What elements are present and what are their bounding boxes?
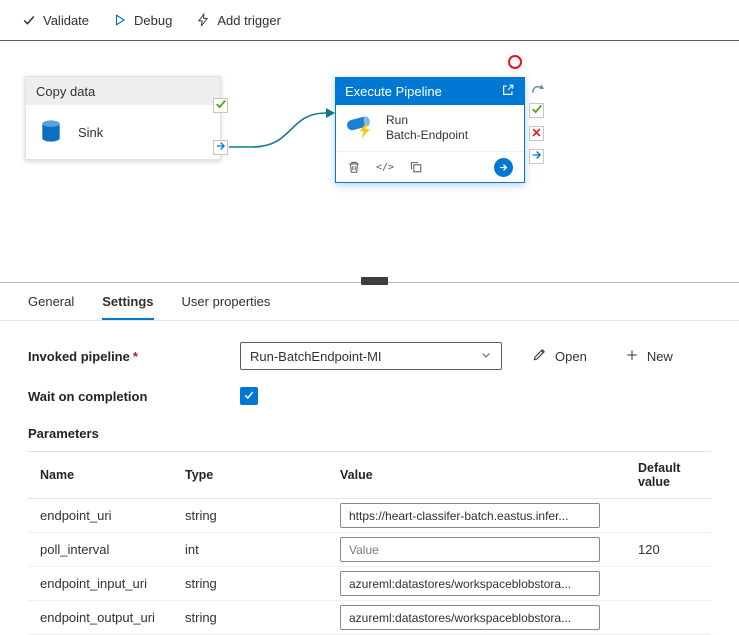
- validate-check-icon: [22, 13, 36, 27]
- pipeline-canvas[interactable]: Copy data Sink: [0, 40, 739, 283]
- param-value-input[interactable]: [340, 503, 600, 528]
- col-header-default: Default value: [626, 452, 711, 499]
- param-value-input[interactable]: [340, 537, 600, 562]
- param-default: [626, 499, 711, 533]
- debug-button[interactable]: Debug: [101, 7, 184, 34]
- failure-port[interactable]: [529, 126, 544, 141]
- activity-action-bar: </>: [336, 151, 524, 182]
- param-default: [626, 601, 711, 635]
- delete-activity-icon[interactable]: [347, 160, 361, 174]
- panel-resize-handle[interactable]: [361, 277, 388, 285]
- activity-name-line1: Run: [386, 113, 468, 128]
- validate-button[interactable]: Validate: [10, 7, 101, 34]
- execute-pipeline-header: Execute Pipeline: [336, 78, 524, 105]
- parameters-table: Name Type Value Default value endpoint_u…: [28, 451, 711, 635]
- param-name: poll_interval: [28, 533, 173, 567]
- add-trigger-label: Add trigger: [217, 13, 281, 28]
- skipped-port[interactable]: [529, 82, 545, 98]
- sink-label: Sink: [78, 125, 103, 140]
- param-name: endpoint_input_uri: [28, 567, 173, 601]
- col-header-value: Value: [328, 452, 626, 499]
- activity-name: Run Batch-Endpoint: [386, 113, 468, 143]
- completion-port[interactable]: [529, 149, 544, 164]
- clone-activity-icon[interactable]: [409, 160, 423, 174]
- required-asterisk: *: [133, 349, 138, 364]
- param-value-input[interactable]: [340, 605, 600, 630]
- wait-on-completion-row: Wait on completion: [28, 387, 739, 405]
- invoked-pipeline-value: Run-BatchEndpoint-MI: [250, 349, 382, 364]
- code-view-icon[interactable]: </>: [376, 162, 394, 173]
- copy-output-port[interactable]: [213, 140, 228, 155]
- copy-data-body: Sink: [26, 105, 220, 159]
- curved-arrow-icon: [530, 81, 545, 99]
- lightning-icon: [196, 13, 210, 27]
- wait-on-completion-checkbox[interactable]: [240, 387, 258, 405]
- debug-label: Debug: [134, 13, 172, 28]
- param-default: [626, 567, 711, 601]
- open-button-label: Open: [555, 349, 587, 364]
- sink-database-icon: [38, 118, 64, 147]
- pipeline-editor: Validate Debug Add trigger Copy data: [0, 0, 739, 624]
- new-button-label: New: [647, 349, 673, 364]
- new-pipeline-button[interactable]: New: [619, 344, 679, 369]
- table-row: endpoint_output_uri string: [28, 601, 711, 635]
- invoked-pipeline-row: Invoked pipeline* Run-BatchEndpoint-MI O…: [28, 342, 739, 370]
- annotation-red-circle: [508, 55, 522, 69]
- activity-name-line2: Batch-Endpoint: [386, 128, 468, 143]
- table-row: endpoint_uri string: [28, 499, 711, 533]
- pencil-icon: [532, 347, 547, 365]
- tab-settings[interactable]: Settings: [102, 294, 153, 320]
- param-type: string: [173, 601, 328, 635]
- invoked-pipeline-label: Invoked pipeline*: [28, 349, 240, 364]
- table-header-row: Name Type Value Default value: [28, 452, 711, 499]
- play-icon: [113, 13, 127, 27]
- table-row: endpoint_input_uri string: [28, 567, 711, 601]
- validate-label: Validate: [43, 13, 89, 28]
- execute-pipeline-icon: [346, 113, 376, 143]
- col-header-name: Name: [28, 452, 173, 499]
- blue-arrow-icon: [215, 140, 227, 155]
- copy-data-activity[interactable]: Copy data Sink: [25, 76, 221, 160]
- param-value-input[interactable]: [340, 571, 600, 596]
- invoked-pipeline-label-text: Invoked pipeline: [28, 349, 130, 364]
- parameters-heading: Parameters: [28, 426, 739, 441]
- col-header-type: Type: [173, 452, 328, 499]
- execute-pipeline-body: Run Batch-Endpoint: [336, 105, 524, 151]
- activity-config-panel: General Settings User properties Invoked…: [0, 283, 739, 624]
- checkbox-check-icon: [243, 389, 255, 404]
- param-type: string: [173, 499, 328, 533]
- chevron-down-icon: [480, 349, 492, 364]
- tab-general[interactable]: General: [28, 294, 74, 320]
- open-in-new-icon[interactable]: [501, 83, 515, 100]
- canvas-toolbar: Validate Debug Add trigger: [0, 0, 739, 40]
- open-pipeline-button[interactable]: Open: [526, 343, 593, 369]
- add-next-activity-button[interactable]: [494, 158, 513, 177]
- execute-pipeline-title: Execute Pipeline: [345, 84, 442, 99]
- green-check-icon: [531, 103, 543, 118]
- param-type: string: [173, 567, 328, 601]
- wait-on-completion-label: Wait on completion: [28, 389, 240, 404]
- green-check-icon: [215, 98, 227, 113]
- table-row: poll_interval int 120: [28, 533, 711, 567]
- blue-arrow-icon: [531, 149, 543, 164]
- config-tabs: General Settings User properties: [0, 283, 739, 321]
- red-x-icon: [531, 126, 542, 141]
- tab-user-properties[interactable]: User properties: [182, 294, 271, 320]
- execute-pipeline-activity[interactable]: Execute Pipeline: [335, 77, 525, 183]
- param-default: 120: [626, 533, 711, 567]
- add-trigger-button[interactable]: Add trigger: [184, 7, 293, 34]
- param-name: endpoint_uri: [28, 499, 173, 533]
- success-port[interactable]: [529, 103, 544, 118]
- copy-data-title: Copy data: [26, 77, 220, 105]
- param-name: endpoint_output_uri: [28, 601, 173, 635]
- copy-success-port[interactable]: [213, 98, 228, 113]
- invoked-pipeline-dropdown[interactable]: Run-BatchEndpoint-MI: [240, 342, 502, 370]
- plus-icon: [625, 348, 639, 365]
- param-type: int: [173, 533, 328, 567]
